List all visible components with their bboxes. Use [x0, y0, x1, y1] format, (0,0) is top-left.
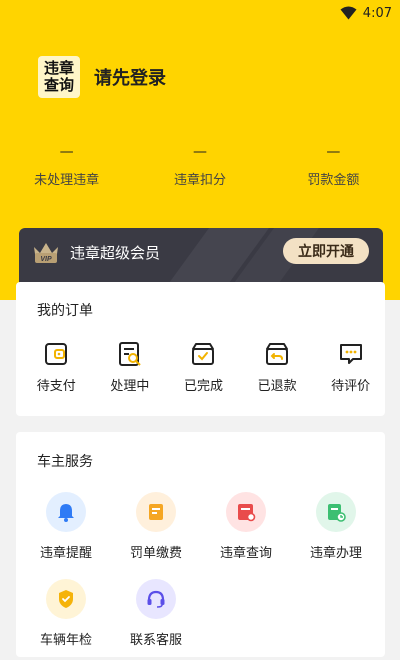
- wallet-icon: [45, 343, 68, 365]
- stats-row: — 未处理违章 — 违章扣分 — 罚款金额: [0, 143, 400, 188]
- stat-points[interactable]: — 违章扣分: [133, 143, 266, 188]
- stat-label: 罚款金额: [307, 173, 360, 188]
- comment-icon: [339, 344, 362, 364]
- order-label: 待支付: [36, 379, 76, 394]
- logo-line-1: 违章: [43, 59, 74, 77]
- vip-badge-text: VIP: [40, 256, 52, 263]
- customer-service-icon: [136, 579, 176, 619]
- stat-label: 未处理违章: [34, 173, 100, 188]
- login-prompt[interactable]: 请先登录: [94, 64, 166, 90]
- stat-unprocessed[interactable]: — 未处理违章: [0, 143, 133, 188]
- bell-icon: [46, 492, 86, 532]
- process-icon: [316, 492, 356, 532]
- service-ticket-payment[interactable]: 罚单缴费: [111, 492, 201, 579]
- order-to-review[interactable]: 待评价: [316, 341, 385, 394]
- service-violation-query[interactable]: 违章查询: [201, 492, 291, 579]
- service-annual-inspection[interactable]: 车辆年检: [21, 579, 111, 660]
- service-label: 罚单缴费: [129, 546, 182, 561]
- box-check-icon: [192, 343, 215, 365]
- order-label: 待评价: [331, 379, 371, 394]
- app-logo: 违章 查询: [38, 56, 80, 98]
- wifi-icon: [340, 6, 357, 20]
- services-title: 车主服务: [37, 454, 93, 470]
- orders-title: 我的订单: [37, 303, 93, 319]
- stat-label: 违章扣分: [173, 173, 226, 188]
- order-label: 已完成: [183, 379, 223, 394]
- status-time: 4:07: [362, 5, 392, 21]
- order-pending-payment[interactable]: 待支付: [22, 341, 91, 394]
- service-label: 违章办理: [309, 546, 362, 561]
- service-violation-handling[interactable]: 违章办理: [291, 492, 381, 579]
- service-customer-support[interactable]: 联系客服: [111, 579, 201, 660]
- stat-value: —: [192, 144, 207, 160]
- service-label: 车辆年检: [39, 633, 92, 648]
- ticket-pay-icon: [136, 492, 176, 532]
- service-label: 违章提醒: [39, 546, 92, 561]
- annual-inspection-icon: [46, 579, 86, 619]
- vip-crown-icon: VIP: [34, 243, 58, 263]
- order-label: 处理中: [110, 379, 150, 394]
- order-label: 已退款: [257, 379, 297, 394]
- order-refunded[interactable]: 已退款: [243, 341, 312, 394]
- violation-search-icon: [226, 492, 266, 532]
- profile-section[interactable]: 违章 查询 请先登录: [38, 56, 166, 98]
- order-completed[interactable]: 已完成: [169, 341, 238, 394]
- order-processing[interactable]: 处理中: [96, 341, 165, 394]
- services-card: 车主服务 违章提醒 罚单缴费 违章查询 违章办理 车辆年检 联系客服: [16, 432, 385, 657]
- vip-title: 违章超级会员: [70, 244, 161, 262]
- service-violation-alert[interactable]: 违章提醒: [21, 492, 111, 579]
- vip-banner[interactable]: VIP 违章超级会员 立即开通: [19, 228, 383, 283]
- service-label: 联系客服: [129, 633, 182, 648]
- stat-value: —: [59, 144, 74, 160]
- stat-fine-amount[interactable]: — 罚款金额: [267, 143, 400, 188]
- service-label: 违章查询: [219, 546, 272, 561]
- status-bar: 4:07: [340, 4, 392, 22]
- orders-row: 待支付 处理中 已完成 已退款 待评价: [16, 341, 385, 394]
- services-grid: 违章提醒 罚单缴费 违章查询 违章办理 车辆年检 联系客服: [16, 492, 385, 660]
- vip-open-button[interactable]: 立即开通: [283, 238, 369, 264]
- logo-line-2: 查询: [43, 76, 74, 94]
- stat-value: —: [326, 144, 341, 160]
- document-search-icon: [118, 342, 141, 366]
- orders-card: 我的订单 待支付 处理中 已完成 已退款 待评价: [16, 282, 385, 416]
- box-return-icon: [266, 343, 289, 365]
